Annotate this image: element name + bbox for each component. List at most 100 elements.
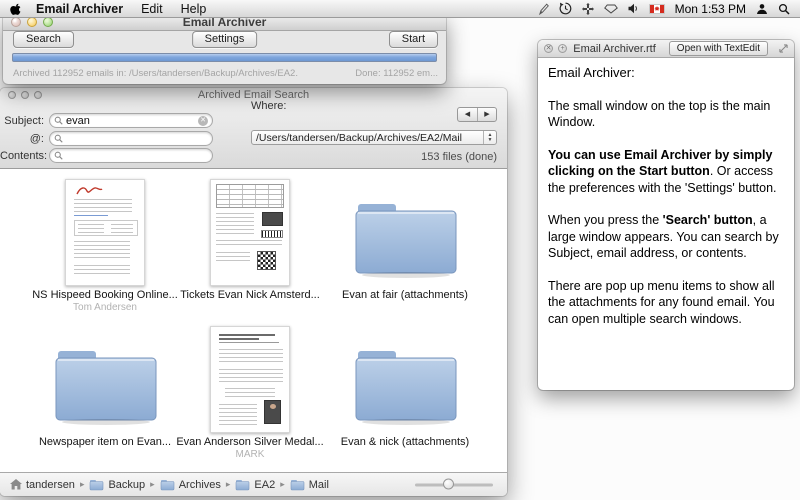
menu-help[interactable]: Help bbox=[181, 2, 207, 16]
menu-bar: Email Archiver Edit Help Mon 1:53 PM bbox=[0, 0, 800, 18]
settings-button[interactable]: Settings bbox=[192, 31, 258, 48]
contents-search-field[interactable] bbox=[49, 148, 213, 163]
item-sublabel: MARK bbox=[236, 449, 265, 460]
list-item[interactable]: Evan & nick (attachments) bbox=[330, 323, 480, 460]
fullscreen-icon[interactable]: + bbox=[558, 44, 567, 53]
fast-user-switch-icon[interactable] bbox=[756, 3, 768, 15]
list-item[interactable]: Evan at fair (attachments) bbox=[330, 176, 480, 313]
folder-icon bbox=[235, 479, 250, 491]
folder-icon bbox=[290, 479, 305, 491]
address-search-field[interactable] bbox=[49, 131, 213, 146]
path-bar: tandersen ▸ Backup ▸ Archives ▸ EA2 ▸ Ma… bbox=[0, 472, 507, 496]
zoom-button[interactable] bbox=[34, 91, 42, 99]
path-item-archives[interactable]: Archives bbox=[160, 479, 221, 491]
item-label: Evan at fair (attachments) bbox=[342, 289, 468, 301]
menu-bar-extras: Mon 1:53 PM bbox=[538, 2, 790, 16]
popup-stepper-icon: ▲▼ bbox=[483, 131, 496, 144]
results-count: 153 files (done) bbox=[421, 151, 497, 163]
apple-menu-icon[interactable] bbox=[10, 2, 22, 16]
back-button[interactable]: ◀ bbox=[458, 108, 477, 121]
menu-edit[interactable]: Edit bbox=[141, 2, 163, 16]
quicklook-document-body: Email Archiver: The small window on the … bbox=[538, 58, 794, 350]
close-button[interactable] bbox=[11, 17, 21, 27]
quicklook-titlebar[interactable]: ✕ + Email Archiver.rtf Open with TextEdi… bbox=[538, 40, 794, 58]
folder-icon[interactable] bbox=[348, 340, 462, 428]
move-arrows-icon[interactable] bbox=[582, 3, 594, 15]
status-text-left: Archived 112952 emails in: /Users/tander… bbox=[13, 68, 298, 79]
minimize-button[interactable] bbox=[27, 17, 37, 27]
item-label: Newspaper item on Evan... bbox=[39, 436, 171, 448]
quicklook-title: Email Archiver.rtf bbox=[573, 43, 656, 55]
open-with-textedit-button[interactable]: Open with TextEdit bbox=[669, 41, 768, 56]
forward-button[interactable]: ▶ bbox=[477, 108, 496, 121]
desktop: { "menubar": { "app_name": "Email Archiv… bbox=[0, 0, 800, 500]
path-item-backup[interactable]: Backup bbox=[89, 479, 145, 491]
slider-knob[interactable] bbox=[443, 479, 454, 490]
search-icon bbox=[54, 151, 63, 160]
search-icon bbox=[54, 116, 63, 125]
list-item[interactable]: Evan Anderson Silver Medal... MARK bbox=[175, 323, 325, 460]
document-thumbnail-booking[interactable] bbox=[65, 179, 145, 286]
list-item[interactable]: Tickets Evan Nick Amsterd... bbox=[175, 176, 325, 313]
quicklook-window: ✕ + Email Archiver.rtf Open with TextEdi… bbox=[538, 40, 794, 390]
subject-search-field[interactable]: evan ✕ bbox=[49, 113, 213, 128]
item-sublabel: Tom Andersen bbox=[73, 302, 137, 313]
home-icon bbox=[10, 479, 22, 490]
archived-email-search-window: Archived Email Search Subject: evan ✕ @:… bbox=[0, 88, 507, 496]
progress-bar bbox=[12, 53, 437, 62]
search-window-header: Archived Email Search Subject: evan ✕ @:… bbox=[0, 88, 507, 169]
path-item-ea2[interactable]: EA2 bbox=[235, 479, 275, 491]
where-value: /Users/tandersen/Backup/Archives/EA2/Mai… bbox=[252, 132, 483, 144]
spotlight-search-icon[interactable] bbox=[778, 3, 790, 15]
clear-icon[interactable]: ✕ bbox=[198, 116, 208, 126]
doc-paragraph: There are pop up menu items to show all … bbox=[548, 278, 784, 328]
pen-tablet-icon[interactable] bbox=[538, 3, 549, 15]
status-text-right: Done: 112952 em... bbox=[355, 68, 438, 79]
where-popup-menu[interactable]: /Users/tandersen/Backup/Archives/EA2/Mai… bbox=[251, 130, 497, 145]
list-item[interactable]: Newspaper item on Evan... bbox=[30, 323, 180, 460]
close-icon[interactable]: ✕ bbox=[544, 44, 553, 53]
subject-label: Subject: bbox=[0, 115, 44, 127]
item-label: NS Hispeed Booking Online... bbox=[32, 289, 178, 301]
email-archiver-main-window: Email Archiver Search Settings Start Arc… bbox=[3, 14, 446, 84]
expand-icon[interactable] bbox=[779, 44, 788, 53]
path-separator: ▸ bbox=[226, 479, 231, 490]
subject-value: evan bbox=[66, 115, 90, 127]
folder-icon bbox=[160, 479, 175, 491]
at-label: @: bbox=[0, 133, 44, 145]
item-label: Evan & nick (attachments) bbox=[341, 436, 469, 448]
document-thumbnail-article[interactable] bbox=[210, 326, 290, 433]
doc-paragraph: The small window on the top is the main … bbox=[548, 98, 784, 131]
item-label: Evan Anderson Silver Medal... bbox=[176, 436, 323, 448]
folder-icon[interactable] bbox=[348, 193, 462, 281]
document-thumbnail-ticket[interactable] bbox=[210, 179, 290, 286]
path-item-mail[interactable]: Mail bbox=[290, 479, 329, 491]
path-item-home[interactable]: tandersen bbox=[10, 479, 75, 491]
icon-size-slider[interactable] bbox=[415, 483, 493, 486]
path-separator: ▸ bbox=[80, 479, 85, 490]
path-separator: ▸ bbox=[150, 479, 155, 490]
canada-flag-icon[interactable] bbox=[649, 4, 665, 14]
path-separator: ▸ bbox=[280, 479, 285, 490]
red-logo-scribble bbox=[75, 184, 103, 197]
minimize-button[interactable] bbox=[21, 91, 29, 99]
item-label: Tickets Evan Nick Amsterd... bbox=[180, 289, 320, 301]
diamond-icon[interactable] bbox=[604, 4, 618, 14]
search-button[interactable]: Search bbox=[13, 31, 74, 48]
contents-label: Contents: bbox=[0, 150, 44, 162]
menu-clock[interactable]: Mon 1:53 PM bbox=[675, 2, 746, 16]
search-icon bbox=[54, 134, 63, 143]
folder-icon bbox=[89, 479, 104, 491]
menu-app-name[interactable]: Email Archiver bbox=[36, 2, 123, 16]
list-item[interactable]: NS Hispeed Booking Online... Tom Anderse… bbox=[30, 176, 180, 313]
start-button[interactable]: Start bbox=[389, 31, 438, 48]
close-button[interactable] bbox=[8, 91, 16, 99]
folder-icon[interactable] bbox=[48, 340, 162, 428]
where-label: Where: bbox=[251, 100, 286, 112]
doc-paragraph: When you press the 'Search' button, a la… bbox=[548, 212, 784, 262]
doc-heading: Email Archiver: bbox=[548, 65, 784, 82]
volume-icon[interactable] bbox=[628, 3, 639, 14]
time-machine-icon[interactable] bbox=[559, 2, 572, 15]
back-forward-control: ◀ ▶ bbox=[457, 107, 497, 122]
zoom-button[interactable] bbox=[43, 17, 53, 27]
